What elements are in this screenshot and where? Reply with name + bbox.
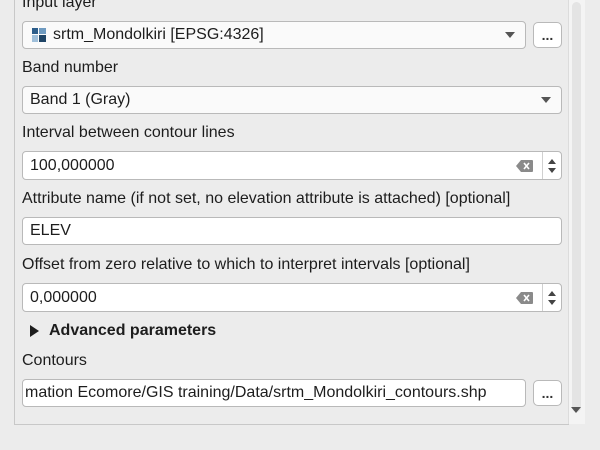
offset-stepper[interactable] bbox=[542, 284, 561, 311]
band-number-value: Band 1 (Gray) bbox=[30, 91, 131, 108]
stepper-down-icon[interactable] bbox=[548, 167, 556, 173]
raster-layer-icon bbox=[32, 28, 46, 42]
contours-label: Contours bbox=[22, 352, 87, 369]
offset-label: Offset from zero relative to which to in… bbox=[22, 256, 470, 273]
expand-triangle-icon bbox=[30, 325, 39, 337]
input-layer-label: Input layer bbox=[22, 0, 97, 11]
interval-value: 100,000000 bbox=[30, 156, 115, 174]
stepper-down-icon[interactable] bbox=[548, 299, 556, 305]
chevron-down-icon bbox=[505, 32, 515, 38]
offset-spinbox[interactable]: 0,000000 bbox=[22, 283, 562, 312]
input-layer-combobox[interactable]: srtm_Mondolkiri [EPSG:4326] bbox=[22, 21, 526, 49]
attribute-name-value: ELEV bbox=[30, 222, 71, 239]
interval-label: Interval between contour lines bbox=[22, 124, 235, 141]
scrollbar-thumb[interactable] bbox=[572, 2, 581, 412]
offset-value: 0,000000 bbox=[30, 288, 97, 306]
contours-output-path-value: mation Ecomore/GIS training/Data/srtm_Mo… bbox=[25, 384, 487, 401]
stepper-up-icon[interactable] bbox=[548, 290, 556, 296]
scroll-down-arrow-icon[interactable] bbox=[571, 407, 581, 413]
contours-browse-button[interactable]: ... bbox=[533, 380, 562, 406]
interval-stepper[interactable] bbox=[542, 152, 561, 179]
input-layer-value: srtm_Mondolkiri [EPSG:4326] bbox=[53, 26, 264, 43]
clear-icon[interactable] bbox=[516, 291, 534, 305]
band-number-combobox[interactable]: Band 1 (Gray) bbox=[22, 86, 562, 114]
advanced-parameters-label: Advanced parameters bbox=[49, 322, 217, 339]
attribute-name-label: Attribute name (if not set, no elevation… bbox=[22, 190, 511, 207]
vertical-scrollbar[interactable] bbox=[568, 0, 585, 424]
advanced-parameters-toggle[interactable]: Advanced parameters bbox=[30, 322, 216, 340]
contours-output-path-input[interactable]: mation Ecomore/GIS training/Data/srtm_Mo… bbox=[22, 379, 526, 407]
band-number-label: Band number bbox=[22, 59, 119, 76]
stepper-up-icon[interactable] bbox=[548, 158, 556, 164]
interval-spinbox[interactable]: 100,000000 bbox=[22, 151, 562, 180]
input-layer-browse-button[interactable]: ... bbox=[533, 22, 562, 48]
clear-icon[interactable] bbox=[516, 159, 534, 173]
chevron-down-icon bbox=[541, 97, 551, 103]
attribute-name-input[interactable]: ELEV bbox=[22, 217, 562, 245]
